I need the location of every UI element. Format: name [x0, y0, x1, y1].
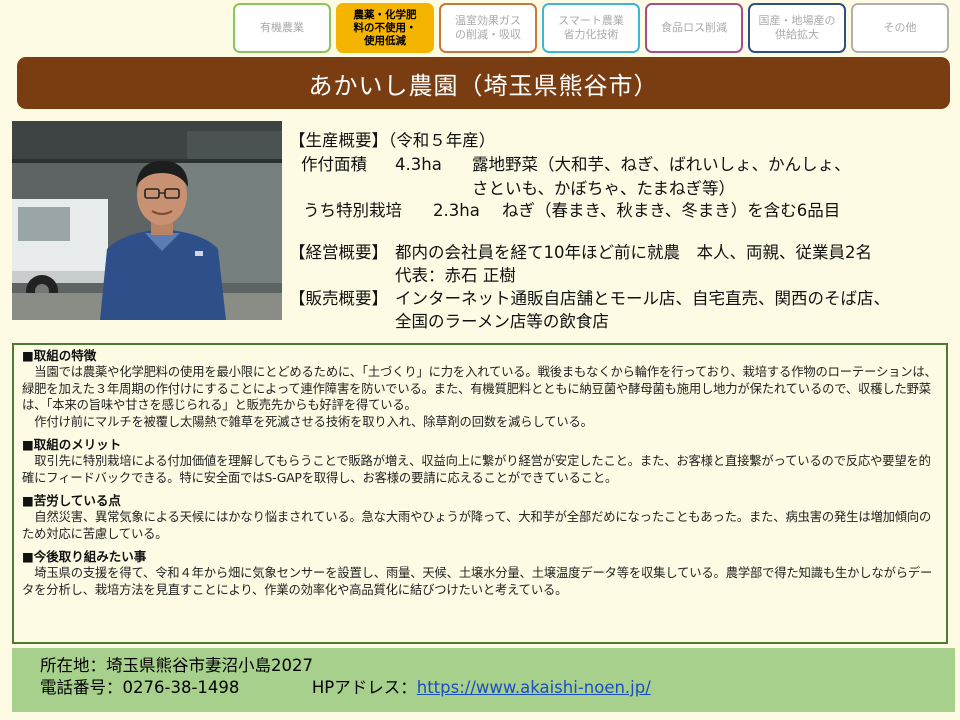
area-crops-line-1: 露地野菜（大和芋、ねぎ、ばれいしょ、かんしょ、 — [472, 155, 851, 174]
section-paragraph: 埼玉県の支援を得て、令和４年から畑に気象センサーを設置し、雨量、天候、土壌水分量… — [22, 566, 933, 597]
area-crops-line-2: さといも、かぼちゃ、たまねぎ等） — [472, 179, 736, 198]
details-box: ■取組の特徴 当園では農薬や化学肥料の使用を最小限にとどめるために、「土づくり」… — [12, 343, 948, 644]
management-line-2: 代表：赤石 正樹 — [395, 266, 516, 285]
sales-line-1: インターネット通販自店舗とモール店、自宅直売、関西のそば店、 — [395, 289, 890, 308]
sales-heading: 【販売概要】 — [289, 289, 388, 308]
special-label: うち特別栽培 — [303, 201, 402, 220]
section-paragraph: 取引先に特別栽培による付加価値を理解してもらうことで販路が増え、収益向上に繋がり… — [22, 454, 931, 485]
address-value: 埼玉県熊谷市妻沼小島2027 — [106, 656, 313, 675]
special-value: 2.3ha — [433, 201, 480, 220]
production-heading: 【生産概要】（令和５年産） — [289, 131, 496, 150]
address-label: 所在地： — [40, 656, 106, 675]
section-paragraph: 作付け前にマルチを被覆し太陽熱で雑草を死滅させる技術を取り入れ、除草剤の回数を減… — [34, 414, 593, 429]
tab-label: スマート農業 省力化技術 — [558, 14, 624, 41]
tab-other[interactable]: その他 — [851, 3, 949, 53]
section-difficulties: ■苦労している点 自然災害、異常気象による天候にはかなり悩まされている。急な大雨… — [22, 493, 938, 542]
section-future-plans: ■今後取り組みたい事 埼玉県の支援を得て、令和４年から畑に気象センサーを設置し、… — [22, 549, 938, 598]
tab-pesticide-reduction[interactable]: 農薬・化学肥 料の不使用・ 使用低減 — [336, 3, 434, 53]
page-title: あかいし農園（埼玉県熊谷市） — [308, 71, 659, 100]
tab-label: 国産・地場産の 供給拡大 — [758, 14, 836, 41]
section-paragraph: 当園では農薬や化学肥料の使用を最小限にとどめるために、「土づくり」に力を入れてい… — [22, 365, 937, 412]
tab-organic[interactable]: 有機農業 — [233, 3, 331, 53]
section-heading: ■今後取り組みたい事 — [22, 549, 147, 564]
area-label: 作付面積 — [301, 155, 367, 174]
contact-footer: 所在地：埼玉県熊谷市妻沼小島2027 電話番号：0276-38-1498 HPア… — [12, 648, 955, 712]
section-heading: ■取組の特徴 — [22, 348, 97, 363]
farmer-photo-image — [12, 121, 282, 320]
title-bar: あかいし農園（埼玉県熊谷市） — [17, 57, 950, 109]
section-merits: ■取組のメリット 取引先に特別栽培による付加価値を理解してもらうことで販路が増え… — [22, 437, 938, 486]
management-heading: 【経営概要】 — [289, 243, 388, 262]
management-line-1: 都内の会社員を経て10年ほど前に就農 本人、両親、従業員2名 — [395, 243, 872, 262]
tab-label: その他 — [883, 21, 917, 34]
tab-ghg-reduction[interactable]: 温室効果ガス の削減・吸収 — [439, 3, 537, 53]
hp-label: HPアドレス： — [311, 678, 417, 697]
tab-food-loss[interactable]: 食品ロス削減 — [645, 3, 743, 53]
section-heading: ■取組のメリット — [22, 437, 122, 452]
tab-label: 温室効果ガス の削減・吸収 — [455, 14, 521, 41]
phone-label: 電話番号： — [40, 678, 123, 697]
address-row: 所在地：埼玉県熊谷市妻沼小島2027 — [40, 655, 955, 677]
section-paragraph: 自然災害、異常気象による天候にはかなり悩まされている。急な大雨やひょうが降って、… — [22, 510, 932, 541]
section-heading: ■苦労している点 — [22, 493, 121, 508]
category-tabs: 有機農業 農薬・化学肥 料の不使用・ 使用低減 温室効果ガス の削減・吸収 スマ… — [233, 3, 953, 53]
tab-smart-agriculture[interactable]: スマート農業 省力化技術 — [542, 3, 640, 53]
phone-row: 電話番号：0276-38-1498 HPアドレス：https://www.aka… — [40, 677, 955, 699]
tab-label: 食品ロス削減 — [661, 21, 727, 34]
sales-line-2: 全国のラーメン店等の飲食店 — [395, 312, 609, 331]
special-crops: ねぎ（春まき、秋まき、冬まき）を含む6品目 — [502, 201, 841, 220]
area-value: 4.3ha — [395, 155, 442, 174]
tab-domestic-supply[interactable]: 国産・地場産の 供給拡大 — [748, 3, 846, 53]
tab-label: 農薬・化学肥 料の不使用・ 使用低減 — [353, 8, 417, 47]
tab-label: 有機農業 — [260, 21, 304, 34]
farmer-photo — [12, 121, 282, 320]
hp-link[interactable]: https://www.akaishi-noen.jp/ — [417, 678, 651, 697]
section-features: ■取組の特徴 当園では農薬や化学肥料の使用を最小限にとどめるために、「土づくり」… — [22, 348, 938, 430]
phone-value: 0276-38-1498 — [122, 678, 240, 697]
